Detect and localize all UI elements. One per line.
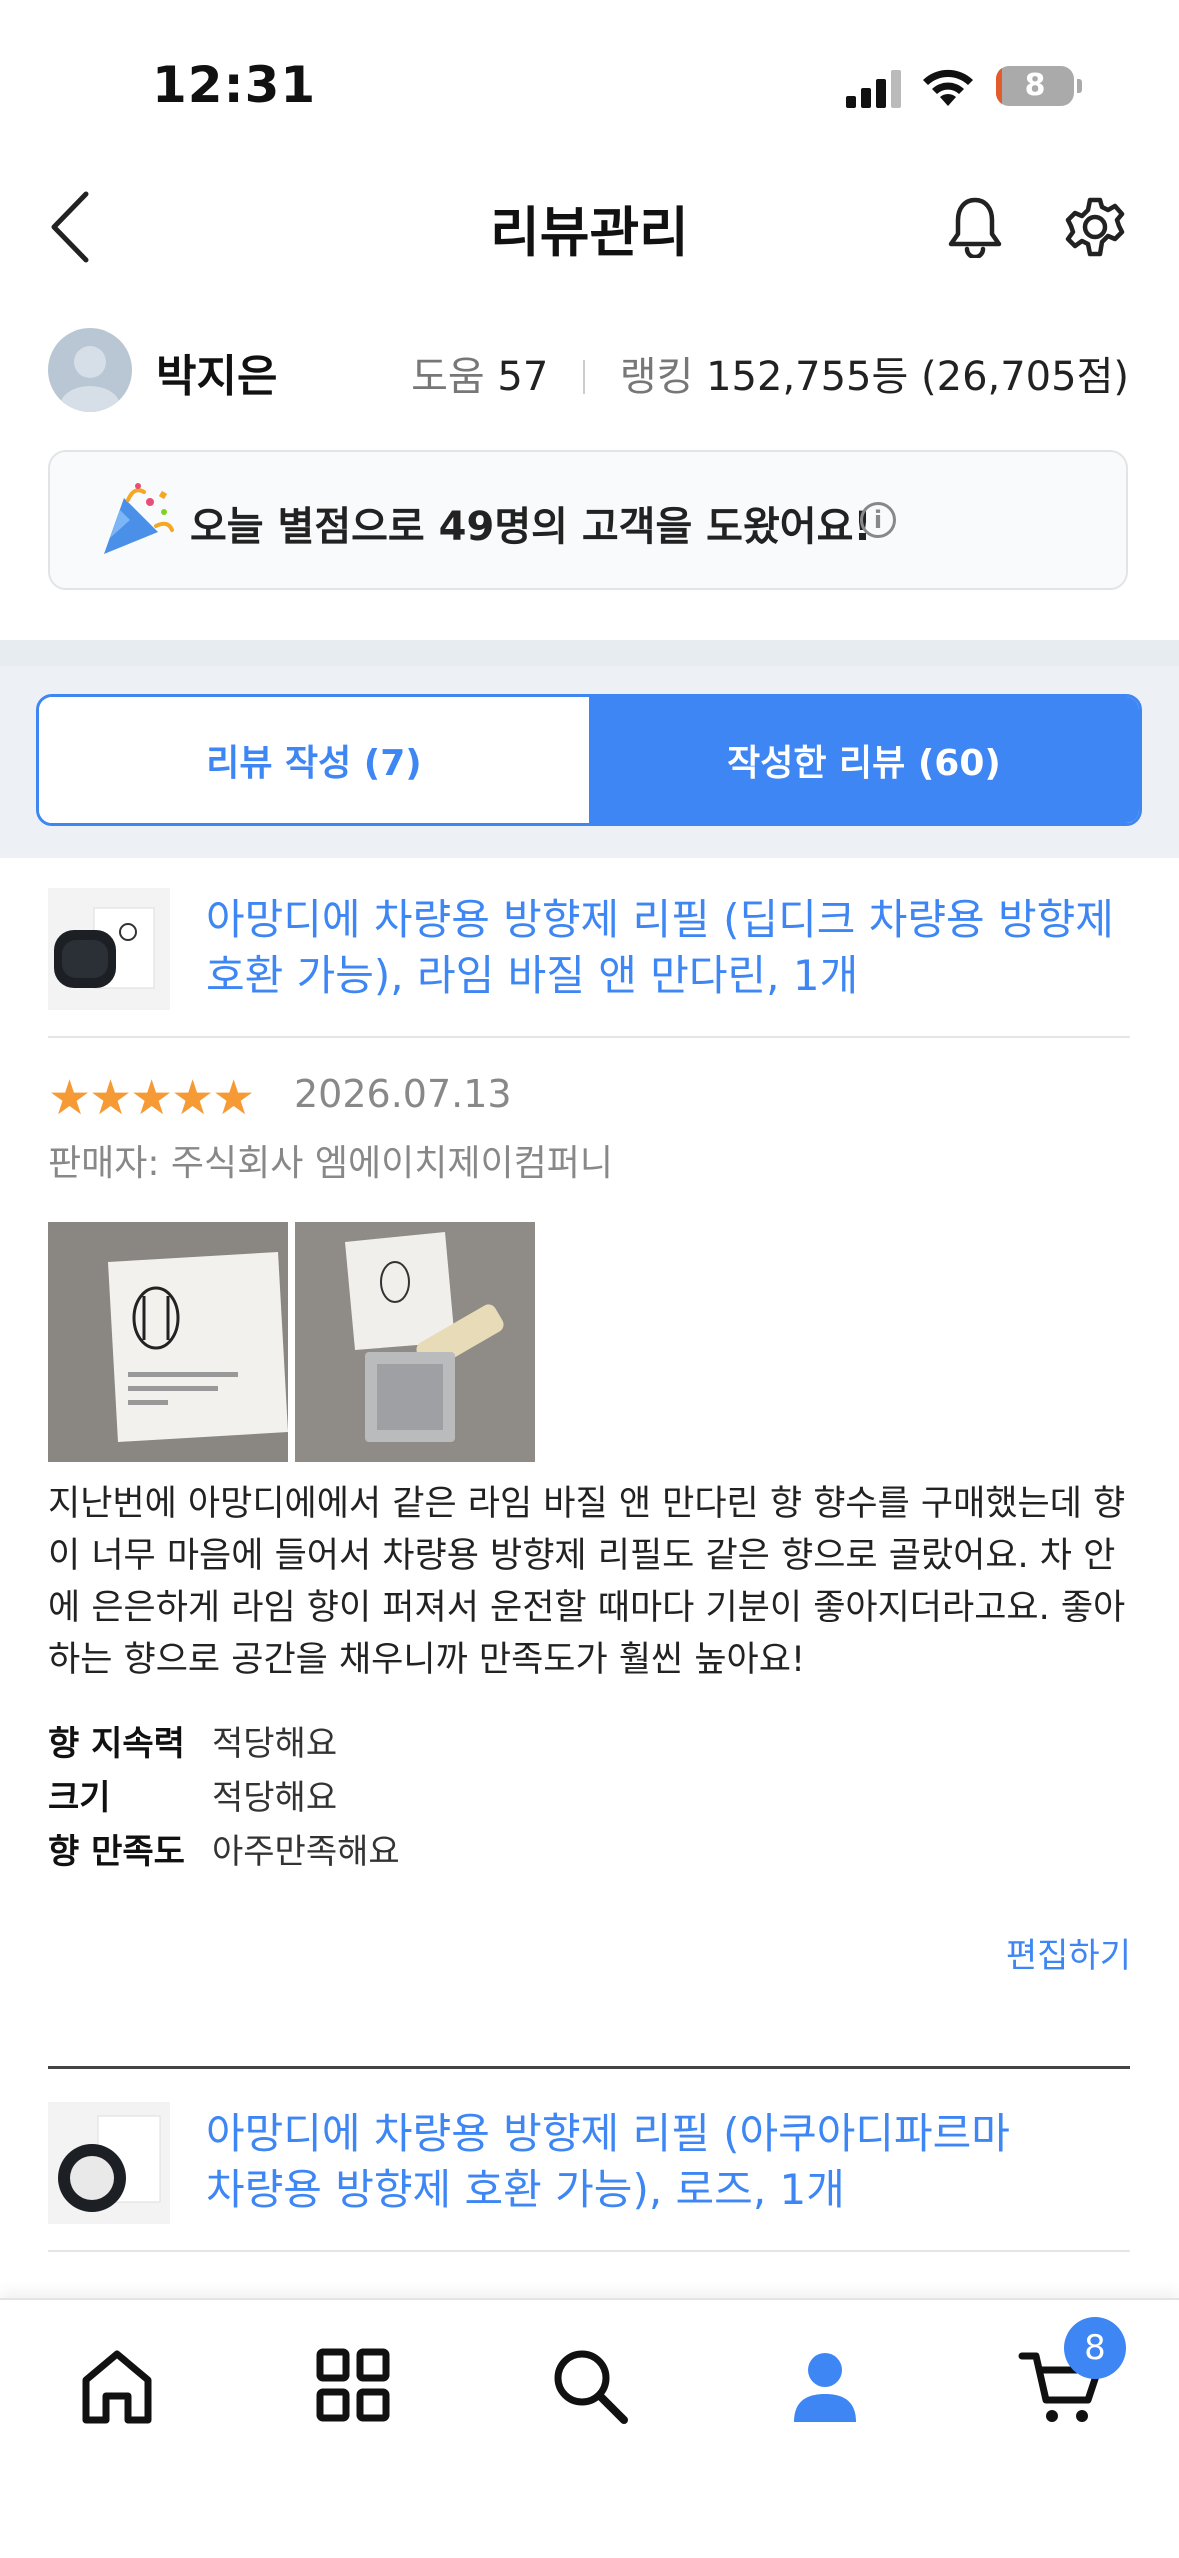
user-name: 박지은 <box>156 351 278 402</box>
attribute-key: 향 만족도 <box>48 1832 185 1872</box>
cart-count-badge: 8 <box>1064 2317 1126 2379</box>
seller-name: 판매자: 주식회사 엠에이치제이컴퍼니 <box>48 1143 613 1184</box>
my-page-icon[interactable] <box>780 2340 870 2430</box>
product-title[interactable]: 아망디에 차량용 방향제 리필 (아쿠아디파르마 차량용 방향제 호환 가능),… <box>206 2106 1046 2218</box>
review-divider <box>48 2066 1130 2069</box>
attribute-key: 크기 <box>48 1778 111 1818</box>
attribute-value: 적당해요 <box>212 1778 338 1818</box>
notice-text: 오늘 별점으로 49명의 고객을 도왔어요! <box>190 504 872 550</box>
product-thumbnail[interactable] <box>48 888 170 1010</box>
bottom-navigation <box>0 2298 1179 2558</box>
card-divider <box>48 1036 1130 1038</box>
help-count: 57 <box>497 354 549 400</box>
card-divider <box>48 2250 1130 2252</box>
section-separator-top <box>0 640 1179 666</box>
rank-value: 152,755등 (26,705점) <box>706 354 1129 400</box>
review-date: 2026.07.13 <box>294 1072 512 1116</box>
category-grid-icon[interactable] <box>308 2340 398 2430</box>
tab-write-review[interactable]: 리뷰 작성 (7) <box>39 697 589 823</box>
attribute-row: 향 만족도 아주만족해요 <box>48 1824 400 1873</box>
tab-written-reviews[interactable]: 작성한 리뷰 (60) <box>589 697 1139 823</box>
user-stats: 도움 57 랭킹 152,755등 (26,705점) <box>411 344 1129 402</box>
battery-icon: 8 <box>996 66 1074 106</box>
home-icon[interactable] <box>72 2340 162 2430</box>
search-icon[interactable] <box>544 2340 634 2430</box>
edit-review-link[interactable]: 편집하기 <box>1006 1928 1131 1977</box>
help-label: 도움 <box>411 354 485 400</box>
bell-icon[interactable] <box>946 196 1004 258</box>
attribute-value: 아주만족해요 <box>212 1832 400 1872</box>
review-text: 지난번에 아망디에에서 같은 라임 바질 앤 만다린 향 향수를 구매했는데 향… <box>48 1484 1126 1680</box>
avatar[interactable] <box>48 328 132 412</box>
battery-tip <box>1077 79 1082 93</box>
star-rating: ★★★★★ <box>48 1070 255 1126</box>
rank-label: 랭킹 <box>619 354 694 400</box>
attribute-value: 적당해요 <box>212 1724 338 1764</box>
wifi-icon <box>923 69 973 106</box>
attribute-row: 크기 적당해요 <box>48 1770 337 1819</box>
review-photo[interactable] <box>48 1222 288 1462</box>
product-thumbnail[interactable] <box>48 2102 170 2224</box>
attribute-key: 향 지속력 <box>48 1724 185 1764</box>
gear-icon[interactable] <box>1064 196 1126 258</box>
cellular-signal-icon <box>846 70 901 108</box>
info-icon[interactable]: i <box>860 502 896 538</box>
attribute-row: 향 지속력 적당해요 <box>48 1716 337 1765</box>
review-photo[interactable] <box>295 1222 535 1462</box>
status-time: 12:31 <box>152 56 317 114</box>
battery-level: 8 <box>1024 68 1046 103</box>
party-popper-icon <box>104 483 174 554</box>
product-title[interactable]: 아망디에 차량용 방향제 리필 (딥디크 차량용 방향제 호환 가능), 라임 … <box>206 892 1126 1004</box>
stats-divider <box>583 360 586 394</box>
review-tabs: 리뷰 작성 (7) 작성한 리뷰 (60) <box>36 694 1142 826</box>
